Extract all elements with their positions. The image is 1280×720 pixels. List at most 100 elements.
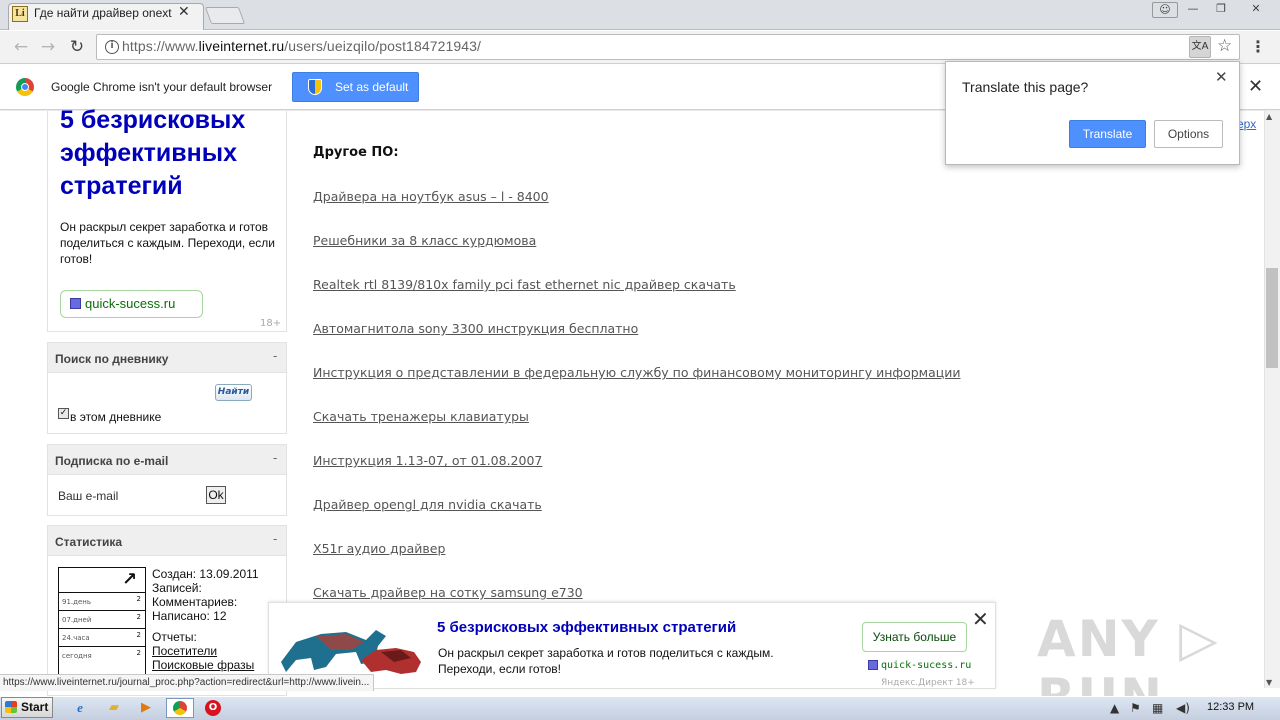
stats-widget-header[interactable]: Статистика [47,525,287,556]
arrow-up-right-icon: ↗ [122,569,138,590]
stats-reports: Отчеты: [152,630,197,644]
scrollbar-thumb[interactable] [1266,268,1278,368]
translate-button[interactable]: Translate [1069,120,1146,148]
sidebar-ad-title[interactable]: 5 безрисковых эффективных стратегий [60,104,280,203]
bottom-ad-text: Он раскрыл секрет заработка и готов поде… [438,646,774,676]
stats-entries: Записей: [152,581,202,595]
site-favicon-icon: Li [12,6,28,22]
stat-row-label: сегодня [62,652,92,660]
stats-created: Создан: 13.09.2011 [152,567,259,581]
stats-search-phrases-link[interactable]: Поисковые фразы [152,658,254,672]
post-link[interactable]: Драйвера на ноутбук asus – l - 8400 [313,189,549,204]
post-link[interactable]: Инструкция 1.13-07, от 01.08.2007 [313,453,542,468]
translate-popup [945,61,1240,165]
forward-arrow-icon[interactable]: → [37,36,59,58]
maximize-button[interactable]: ❐ [1208,2,1234,18]
sidebar-ad-text: Он раскрыл секрет заработка и готов поде… [60,220,275,266]
search-button[interactable]: Найти [215,384,252,401]
subscribe-widget-header[interactable]: Подписка по e-mail [47,444,287,475]
url-prefix: https://www. [122,38,199,54]
bottom-ad-close-icon[interactable]: ✕ [972,607,989,631]
bottom-ad-footer: Яндекс.Директ 18+ [881,678,975,688]
folder-icon[interactable]: ▰ [104,699,124,717]
email-ok-button[interactable]: Ok [206,486,226,504]
reload-icon[interactable]: ↻ [66,36,88,58]
user-icon[interactable]: ☺ [1152,2,1178,18]
post-link[interactable]: Автомагнитола sony 3300 инструкция беспл… [313,321,638,336]
media-player-icon[interactable]: ▶ [136,699,156,717]
stats-widget-toggle[interactable]: - [273,532,277,546]
post-link[interactable]: Решебники за 8 класс курдюмова [313,233,536,248]
tab-close-icon[interactable]: ✕ [178,4,190,20]
translate-close-icon[interactable]: ✕ [1215,68,1228,86]
learn-more-button[interactable]: Узнать больше [862,622,967,652]
stats-visitors-link[interactable]: Посетители [152,644,217,658]
other-software-heading: Другое ПО: [313,145,399,160]
stats-written: Написано: 12 [152,609,227,623]
infobar-message: Google Chrome isn't your default browser [51,80,273,94]
back-arrow-icon[interactable]: ← [10,36,32,58]
infobar-close-icon[interactable]: ✕ [1248,76,1263,97]
search-widget-header[interactable]: Поиск по дневнику [47,342,287,373]
stats-comments: Комментариев: [152,595,238,609]
stat-row: сегодня 2 [59,646,145,663]
post-link[interactable]: X51r аудио драйвер [313,541,445,556]
page-scrollbar[interactable] [1264,111,1280,688]
bookmark-star-icon[interactable]: ☆ [1217,36,1232,56]
info-icon[interactable]: i [105,40,119,54]
internet-explorer-icon[interactable]: e [70,699,90,717]
new-tab-button[interactable] [204,7,246,24]
post-link[interactable]: Инструкция о представлении в федеральную… [313,365,961,380]
clock[interactable]: 12:33 PM [1207,701,1254,713]
stat-row-label: 91.день [62,598,91,606]
url-path: /users/ueizqilo/post184721943/ [284,38,482,54]
sidebar-ad-link[interactable]: quick-sucess.ru [60,290,203,318]
bottom-ad-title[interactable]: 5 безрисковых эффективных стратегий [437,619,736,636]
stat-row: 91.день 2 [59,592,145,609]
scroll-up-icon[interactable]: ▲ [1266,112,1272,121]
search-widget-body [47,373,287,434]
search-scope-checkbox[interactable]: ✓ [58,408,69,419]
translate-options-button[interactable]: Options [1154,120,1223,148]
post-link[interactable]: Скачать тренажеры клавиатуры [313,409,529,424]
opera-icon[interactable]: O [205,700,221,716]
translate-popup-title: Translate this page? [962,79,1089,95]
site-icon [70,298,81,309]
email-label: Ваш e-mail [58,489,119,503]
status-bar-url: https://www.liveinternet.ru/journal_proc… [0,674,375,691]
volume-icon[interactable]: ◀) [1176,701,1190,715]
url-domain: liveinternet.ru [198,38,285,54]
bull-bear-image [281,630,421,674]
bottom-ad-site-link[interactable]: quick-sucess.ru [881,660,971,671]
network-icon[interactable]: ▦ [1152,701,1163,715]
chrome-logo-center [21,83,29,91]
url-text[interactable]: https://www.liveinternet.ru/users/ueizqi… [122,38,481,54]
stat-row-value: 2 [136,613,141,621]
search-widget-toggle[interactable]: - [273,349,277,363]
stat-row-value: 2 [136,595,141,603]
stats-info: Создан: 13.09.2011 Записей: Комментариев… [152,567,272,672]
stat-row-label: 24.часа [62,634,90,642]
post-link[interactable]: Realtek rtl 8139/810x family pci fast et… [313,277,736,292]
menu-icon[interactable]: ⋮ [1250,37,1266,56]
minimize-button[interactable]: — [1180,2,1206,18]
flag-icon[interactable]: ⚑ [1130,701,1141,715]
stat-row: 24.часа 2 [59,628,145,645]
stat-row-value: 2 [136,631,141,639]
search-scope-label: в этом дневнике [70,410,162,424]
subscribe-widget-toggle[interactable]: - [273,451,277,465]
windows-flag-icon [5,701,17,713]
stat-row: 07.дней 2 [59,610,145,627]
stat-row-value: 2 [136,649,141,657]
shield-icon [308,79,322,95]
stat-row-label: 07.дней [62,616,92,624]
site-icon [868,660,878,670]
chrome-icon [173,701,187,715]
post-link[interactable]: Скачать драйвер на сотку samsung e730 [313,585,583,600]
tray-expand-icon[interactable]: ▲ [1110,701,1119,715]
translate-icon[interactable]: 文A [1189,36,1211,58]
post-link[interactable]: Драйвер opengl для nvidia скачать [313,497,542,512]
window-close-button[interactable]: ✕ [1236,2,1276,18]
age-label: 18+ [260,318,282,329]
tab-title: Где найти драйвер onext [34,6,172,20]
